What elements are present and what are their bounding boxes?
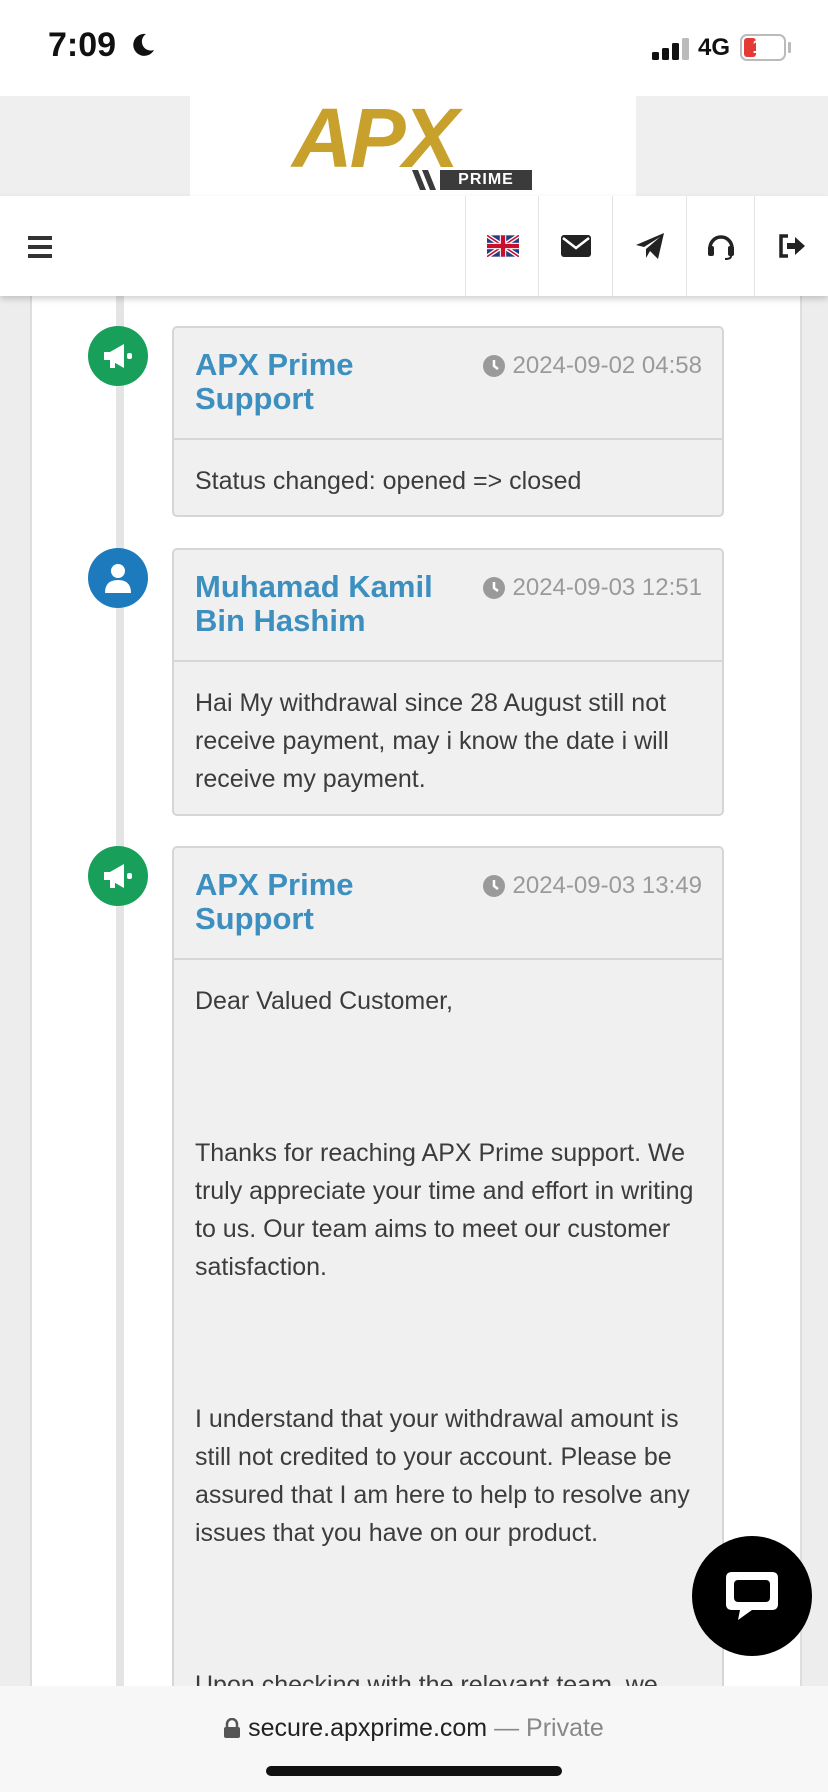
paper-plane-icon xyxy=(636,233,664,259)
message-paragraph: I understand that your withdrawal amount… xyxy=(195,1405,690,1547)
network-label: 4G xyxy=(698,34,731,61)
message-paragraph: Status changed: opened => closed xyxy=(195,467,582,495)
menu-icon[interactable] xyxy=(28,236,52,258)
support-button[interactable] xyxy=(686,196,755,296)
moon-icon xyxy=(133,33,154,56)
message-body: Dear Valued Customer, Thanks for reachin… xyxy=(174,960,722,1724)
message-paragraph: Thanks for reaching APX Prime support. W… xyxy=(195,1139,694,1281)
message-header: APX Prime Support 2024-09-02 04:58 xyxy=(174,328,722,440)
message-paragraph: Dear Valued Customer, xyxy=(195,987,453,1015)
message-header: Muhamad Kamil Bin Hashim 2024-09-03 12:5… xyxy=(174,550,722,662)
message-card: APX Prime Support 2024-09-03 13:49 Dear … xyxy=(172,846,724,1699)
clock-icon xyxy=(482,577,505,599)
message-timestamp: 2024-09-02 04:58 xyxy=(482,352,703,380)
send-button[interactable] xyxy=(612,196,687,296)
battery-icon: 12 xyxy=(740,34,786,61)
address-bar[interactable]: secure.apxprime.com — Private xyxy=(0,1714,828,1743)
url-domain: secure.apxprime.com xyxy=(248,1714,488,1742)
message-paragraph: Hai My withdrawal since 28 August still … xyxy=(195,689,669,793)
user-badge xyxy=(88,548,148,608)
battery-level: 12 xyxy=(752,37,774,58)
live-chat-button[interactable] xyxy=(692,1536,812,1656)
messages-button[interactable] xyxy=(538,196,613,296)
support-badge xyxy=(88,846,148,906)
signal-icon xyxy=(652,38,689,60)
battery-tip xyxy=(788,42,791,53)
message-body: Hai My withdrawal since 28 August still … xyxy=(174,662,722,818)
headset-icon xyxy=(708,235,734,260)
clock-icon xyxy=(482,875,505,897)
lock-icon xyxy=(224,1717,241,1738)
message-author: Muhamad Kamil Bin Hashim xyxy=(195,569,433,638)
support-badge xyxy=(88,326,148,386)
megaphone-icon xyxy=(104,344,132,368)
logo-subtext: PRIME xyxy=(440,170,532,190)
clock-icon xyxy=(482,355,505,377)
timestamp-text: 2024-09-03 13:49 xyxy=(512,872,703,899)
message-card: APX Prime Support 2024-09-02 04:58 Statu… xyxy=(172,326,724,517)
timestamp-text: 2024-09-02 04:58 xyxy=(512,352,703,379)
timeline-line xyxy=(116,296,124,1686)
message-author: APX Prime Support xyxy=(195,347,354,416)
sign-out-icon xyxy=(779,234,805,258)
message-timestamp: 2024-09-03 12:51 xyxy=(482,574,703,602)
message-body: Status changed: opened => closed xyxy=(174,440,722,520)
language-button[interactable] xyxy=(465,196,539,296)
message-timestamp: 2024-09-03 13:49 xyxy=(482,872,703,900)
logo-slash-icon xyxy=(412,170,436,190)
home-indicator[interactable] xyxy=(266,1766,562,1776)
private-mode-label: — Private xyxy=(494,1714,604,1742)
user-icon xyxy=(105,564,131,593)
status-time: 7:09 xyxy=(48,26,117,64)
logout-button[interactable] xyxy=(754,196,828,296)
uk-flag-icon xyxy=(486,235,519,257)
envelope-icon xyxy=(561,235,591,257)
message-author: APX Prime Support xyxy=(195,867,354,936)
timestamp-text: 2024-09-03 12:51 xyxy=(512,574,703,601)
chat-bubble-icon xyxy=(726,1572,778,1620)
message-header: APX Prime Support 2024-09-03 13:49 xyxy=(174,848,722,960)
message-card: Muhamad Kamil Bin Hashim 2024-09-03 12:5… xyxy=(172,548,724,816)
megaphone-icon xyxy=(104,864,132,888)
